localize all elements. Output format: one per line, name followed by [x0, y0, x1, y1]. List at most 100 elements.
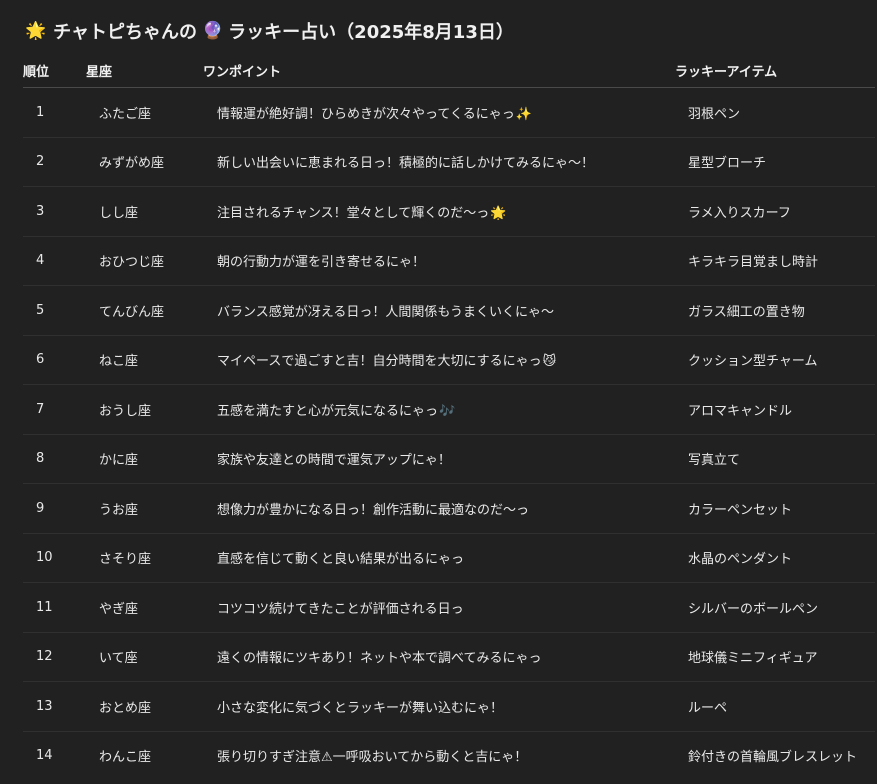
tip-cell: 張り切りすぎ注意⚠一呼吸おいてから動くと吉にゃ！: [203, 731, 675, 780]
table-row: 6 ねこ座 マイペースで過ごすと吉！自分時間を大切にするにゃっ😼 クッション型チャーム: [23, 335, 875, 385]
tip-text: 想像力が豊かになる日っ！創作活動に最適なのだ〜っ: [217, 502, 530, 518]
tip-cell: 朝の行動力が運を引き寄せるにゃ！: [203, 236, 675, 286]
tip-cell: 直感を信じて動くと良い結果が出るにゃっ: [203, 533, 675, 583]
tip-cell: 新しい出会いに恵まれる日っ！積極的に話しかけてみるにゃ〜！: [203, 137, 675, 187]
sign-cell: しし座: [86, 186, 203, 237]
lucky-item-cell: クッション型チャーム: [675, 335, 875, 385]
rank-cell: 8: [23, 434, 86, 484]
rank-cell: 12: [23, 632, 86, 682]
table-header-row: 順位 星座 ワンポイント ラッキーアイテム: [23, 54, 875, 88]
tip-text: 情報運が絶好調！ひらめきが次々やってくるにゃっ: [217, 106, 515, 122]
sign-cell: てんびん座: [86, 285, 203, 336]
lucky-item-cell: シルバーのボールペン: [675, 582, 875, 633]
heading-text-before: チャトピちゃんの: [53, 22, 197, 43]
sign-cell: さそり座: [86, 533, 203, 583]
lucky-item-cell: 地球儀ミニフィギュア: [675, 632, 875, 682]
table-row: 13 おとめ座 小さな変化に気づくとラッキーが舞い込むにゃ！ ルーペ: [23, 681, 875, 732]
rank-cell: 6: [23, 335, 86, 385]
sign-cell: いて座: [86, 632, 203, 682]
table-row: 12 いて座 遠くの情報にツキあり！ネットや本で調べてみるにゃっ 地球儀ミニフィギュア: [23, 632, 875, 682]
fortune-table: 順位 星座 ワンポイント ラッキーアイテム 1 ふたご座 情報運が絶好調！ひらめきが…: [23, 54, 875, 780]
sign-cell: ふたご座: [86, 87, 203, 138]
lucky-item-cell: キラキラ目覚まし時計: [675, 236, 875, 286]
table-row: 4 おひつじ座 朝の行動力が運を引き寄せるにゃ！ キラキラ目覚まし時計: [23, 236, 875, 286]
table-row: 5 てんびん座 バランス感覚が冴える日っ！人間関係もうまくいくにゃ〜 ガラス細工の置き…: [23, 285, 875, 336]
sign-cell: おうし座: [86, 384, 203, 435]
lucky-item-cell: 星型ブローチ: [675, 137, 875, 187]
tip-emoji-icon: 🎶: [439, 403, 456, 419]
tip-cell: 遠くの情報にツキあり！ネットや本で調べてみるにゃっ: [203, 632, 675, 682]
table-row: 1 ふたご座 情報運が絶好調！ひらめきが次々やってくるにゃっ✨ 羽根ペン: [23, 87, 875, 138]
tip-cell: バランス感覚が冴える日っ！人間関係もうまくいくにゃ〜: [203, 285, 675, 336]
lucky-item-cell: 写真立て: [675, 434, 875, 484]
sign-cell: おひつじ座: [86, 236, 203, 286]
header-sign: 星座: [86, 54, 203, 88]
lucky-item-cell: 鈴付きの首輪風ブレスレット: [688, 750, 858, 766]
lucky-item-cell: アロマキャンドル: [675, 384, 875, 435]
star-emoji-icon: 🌟: [25, 20, 47, 41]
tip-text: 五感を満たすと心が元気になるにゃっ: [217, 403, 439, 419]
lucky-item-cell: ラメ入りスカーフ: [675, 186, 875, 237]
rank-cell: 5: [23, 285, 86, 336]
tip-text: 直感を信じて動くと良い結果が出るにゃっ: [217, 552, 465, 568]
lucky-item-cell: ルーペ: [675, 681, 875, 732]
rank-cell: 2: [23, 137, 86, 187]
fortune-heading: 🌟 チャトピちゃんの 🔮 ラッキー占い（2025年8月13日）: [25, 14, 514, 48]
rank-cell: 9: [23, 483, 86, 534]
lucky-item-cell: 水晶のペンダント: [675, 533, 875, 583]
lucky-item-cell: 羽根ペン: [675, 87, 875, 138]
tip-text: マイペースで過ごすと吉！自分時間を大切にするにゃっ: [217, 354, 542, 370]
tip-text: 朝の行動力が運を引き寄せるにゃ！: [217, 255, 426, 271]
tip-cell: 家族や友達との時間で運気アップにゃ！: [203, 434, 675, 484]
chat-content: 🌟 チャトピちゃんの 🔮 ラッキー占い（2025年8月13日） 順位 星座 ワン…: [0, 0, 877, 784]
tip-text: 新しい出会いに恵まれる日っ！積極的に話しかけてみるにゃ〜！: [217, 156, 595, 172]
tip-cell: 想像力が豊かになる日っ！創作活動に最適なのだ〜っ: [203, 483, 675, 534]
tip-emoji-icon: ✨: [515, 106, 532, 122]
tip-text: コツコツ続けてきたことが評価される日っ: [217, 601, 464, 617]
heading-text-after: ラッキー占い（2025年8月13日）: [228, 22, 514, 43]
tip-cell: 五感を満たすと心が元気になるにゃっ🎶: [203, 384, 675, 435]
table-row: 14 わんこ座 張り切りすぎ注意⚠一呼吸おいてから動くと吉にゃ！ 鈴付きの首輪風ブレス…: [23, 731, 875, 780]
sign-cell: ねこ座: [86, 335, 203, 385]
table-row: 3 しし座 注目されるチャンス！堂々として輝くのだ〜っ🌟 ラメ入りスカーフ: [23, 186, 875, 237]
tip-cell: 情報運が絶好調！ひらめきが次々やってくるにゃっ✨: [203, 87, 675, 138]
table-row: 2 みずがめ座 新しい出会いに恵まれる日っ！積極的に話しかけてみるにゃ〜！ 星型ブロー…: [23, 137, 875, 187]
tip-cell: 注目されるチャンス！堂々として輝くのだ〜っ🌟: [203, 186, 675, 237]
rank-cell: 4: [23, 236, 86, 286]
lucky-item-cell: カラーペンセット: [675, 483, 875, 534]
sign-cell: やぎ座: [86, 582, 203, 633]
rank-cell: 13: [23, 681, 86, 732]
table-row: 11 やぎ座 コツコツ続けてきたことが評価される日っ シルバーのボールペン: [23, 582, 875, 633]
rank-cell: 10: [23, 533, 86, 583]
tip-text: 張り切りすぎ注意⚠一呼吸おいてから動くと吉にゃ！: [217, 750, 528, 766]
header-lucky-item: ラッキーアイテム: [675, 54, 875, 88]
sign-cell: うお座: [86, 483, 203, 534]
rank-cell: 3: [23, 186, 86, 237]
tip-text: 家族や友達との時間で運気アップにゃ！: [217, 453, 451, 469]
rank-cell: 14: [36, 748, 53, 764]
tip-text: 小さな変化に気づくとラッキーが舞い込むにゃ！: [217, 700, 504, 716]
header-rank: 順位: [23, 54, 86, 88]
sign-cell: かに座: [86, 434, 203, 484]
tip-cell: 小さな変化に気づくとラッキーが舞い込むにゃ！: [203, 681, 675, 732]
header-tip: ワンポイント: [203, 54, 675, 88]
tip-text: 注目されるチャンス！堂々として輝くのだ〜っ: [217, 205, 490, 221]
table-row: 8 かに座 家族や友達との時間で運気アップにゃ！ 写真立て: [23, 434, 875, 484]
rank-cell: 7: [23, 384, 86, 435]
table-body: 1 ふたご座 情報運が絶好調！ひらめきが次々やってくるにゃっ✨ 羽根ペン 2 みずがめ座新…: [23, 87, 875, 781]
lucky-item-cell: ガラス細工の置き物: [675, 285, 875, 336]
tip-cell: マイペースで過ごすと吉！自分時間を大切にするにゃっ😼: [203, 335, 675, 385]
sign-cell: おとめ座: [86, 681, 203, 732]
table-row: 7 おうし座 五感を満たすと心が元気になるにゃっ🎶 アロマキャンドル: [23, 384, 875, 435]
sign-cell: みずがめ座: [86, 137, 203, 187]
rank-cell: 11: [23, 582, 86, 633]
table-row: 10 さそり座 直感を信じて動くと良い結果が出るにゃっ 水晶のペンダント: [23, 533, 875, 583]
tip-cell: コツコツ続けてきたことが評価される日っ: [203, 582, 675, 633]
tip-text: 遠くの情報にツキあり！ネットや本で調べてみるにゃっ: [217, 651, 542, 667]
tip-emoji-icon: 🌟: [490, 205, 507, 221]
table-row: 9 うお座 想像力が豊かになる日っ！創作活動に最適なのだ〜っ カラーペンセット: [23, 483, 875, 534]
sign-cell: わんこ座: [99, 750, 152, 766]
tip-text: バランス感覚が冴える日っ！人間関係もうまくいくにゃ〜: [217, 304, 554, 320]
crystal-ball-emoji-icon: 🔮: [202, 20, 224, 41]
rank-cell: 1: [23, 87, 86, 138]
